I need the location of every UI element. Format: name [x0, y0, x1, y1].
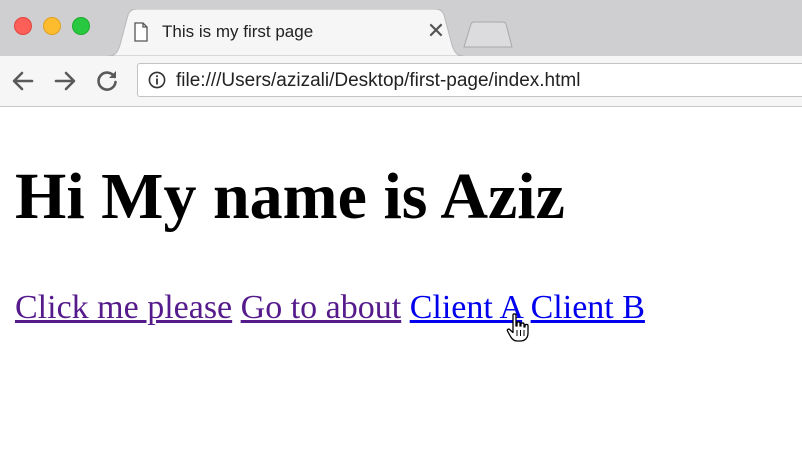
link-go-to-about[interactable]: Go to about — [241, 289, 402, 326]
tab-active[interactable]: This is my first page ✕ — [108, 9, 464, 56]
info-icon[interactable] — [148, 71, 166, 89]
tab-strip: This is my first page ✕ — [0, 0, 802, 56]
link-click-me-please[interactable]: Click me please — [15, 289, 232, 326]
window-close-button[interactable] — [14, 17, 32, 35]
new-tab-button[interactable] — [462, 21, 514, 49]
address-bar-url[interactable]: file:///Users/azizali/Desktop/first-page… — [176, 70, 580, 92]
browser-toolbar: file:///Users/azizali/Desktop/first-page… — [0, 56, 802, 107]
arrow-left-icon[interactable] — [10, 68, 36, 94]
link-client-b[interactable]: Client B — [531, 289, 645, 326]
reload-icon[interactable] — [94, 68, 120, 94]
window-minimize-button[interactable] — [43, 17, 61, 35]
page-heading: Hi My name is Aziz — [15, 160, 565, 233]
arrow-right-icon[interactable] — [52, 68, 78, 94]
page-icon — [134, 22, 148, 42]
window-maximize-button[interactable] — [72, 17, 90, 35]
tab-close-icon[interactable]: ✕ — [426, 20, 446, 42]
page-content: Hi My name is Aziz Click me please Go to… — [0, 107, 802, 454]
hand-pointer-cursor-icon — [506, 313, 529, 342]
tab-title: This is my first page — [162, 22, 314, 41]
link-list: Click me please Go to about Client A Cli… — [15, 288, 645, 328]
address-bar[interactable]: file:///Users/azizali/Desktop/first-page… — [137, 63, 802, 97]
